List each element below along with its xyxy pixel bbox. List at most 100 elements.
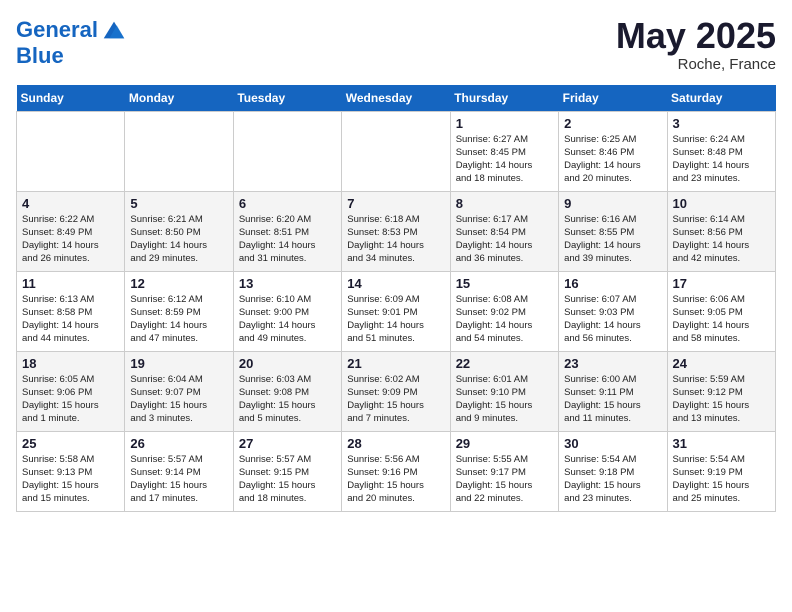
day-number: 7 — [347, 196, 444, 211]
day-info: Sunrise: 5:54 AMSunset: 9:19 PMDaylight:… — [673, 453, 770, 506]
day-number: 21 — [347, 356, 444, 371]
day-number: 18 — [22, 356, 119, 371]
calendar-cell: 14 Sunrise: 6:09 AMSunset: 9:01 PMDayligh… — [342, 271, 450, 351]
day-info: Sunrise: 6:24 AMSunset: 8:48 PMDaylight:… — [673, 133, 770, 186]
weekday-header-wednesday: Wednesday — [342, 85, 450, 112]
logo-icon — [100, 16, 128, 44]
day-info: Sunrise: 5:54 AMSunset: 9:18 PMDaylight:… — [564, 453, 661, 506]
day-info: Sunrise: 6:10 AMSunset: 9:00 PMDaylight:… — [239, 293, 336, 346]
calendar-cell: 17 Sunrise: 6:06 AMSunset: 9:05 PMDayligh… — [667, 271, 775, 351]
calendar-cell: 11 Sunrise: 6:13 AMSunset: 8:58 PMDayligh… — [17, 271, 125, 351]
day-info: Sunrise: 6:22 AMSunset: 8:49 PMDaylight:… — [22, 213, 119, 266]
calendar-cell: 20 Sunrise: 6:03 AMSunset: 9:08 PMDayligh… — [233, 351, 341, 431]
day-number: 15 — [456, 276, 553, 291]
title-area: May 2025 Roche, France — [616, 16, 776, 73]
day-number: 30 — [564, 436, 661, 451]
logo-text: General — [16, 18, 98, 42]
day-info: Sunrise: 6:04 AMSunset: 9:07 PMDaylight:… — [130, 373, 227, 426]
calendar-cell: 25 Sunrise: 5:58 AMSunset: 9:13 PMDayligh… — [17, 431, 125, 511]
day-number: 8 — [456, 196, 553, 211]
calendar-cell: 1Sunrise: 6:27 AMSunset: 8:45 PMDaylight… — [450, 111, 558, 191]
day-info: Sunrise: 6:16 AMSunset: 8:55 PMDaylight:… — [564, 213, 661, 266]
calendar-week-row: 1Sunrise: 6:27 AMSunset: 8:45 PMDaylight… — [17, 111, 776, 191]
weekday-header-row: SundayMondayTuesdayWednesdayThursdayFrid… — [17, 85, 776, 112]
calendar-cell: 4 Sunrise: 6:22 AMSunset: 8:49 PMDaylight… — [17, 191, 125, 271]
day-number: 22 — [456, 356, 553, 371]
day-number: 12 — [130, 276, 227, 291]
day-info: Sunrise: 6:18 AMSunset: 8:53 PMDaylight:… — [347, 213, 444, 266]
day-number: 29 — [456, 436, 553, 451]
day-number: 19 — [130, 356, 227, 371]
calendar-cell — [233, 111, 341, 191]
day-number: 11 — [22, 276, 119, 291]
calendar-week-row: 18Sunrise: 6:05 AMSunset: 9:06 PMDayligh… — [17, 351, 776, 431]
day-number: 1 — [456, 116, 553, 131]
day-number: 5 — [130, 196, 227, 211]
day-info: Sunrise: 6:12 AMSunset: 8:59 PMDaylight:… — [130, 293, 227, 346]
calendar-cell: 30 Sunrise: 5:54 AMSunset: 9:18 PMDayligh… — [559, 431, 667, 511]
calendar-cell: 28 Sunrise: 5:56 AMSunset: 9:16 PMDayligh… — [342, 431, 450, 511]
day-number: 16 — [564, 276, 661, 291]
calendar-cell — [17, 111, 125, 191]
day-info: Sunrise: 6:07 AMSunset: 9:03 PMDaylight:… — [564, 293, 661, 346]
day-info: Sunrise: 6:13 AMSunset: 8:58 PMDaylight:… — [22, 293, 119, 346]
day-number: 13 — [239, 276, 336, 291]
day-info: Sunrise: 6:08 AMSunset: 9:02 PMDaylight:… — [456, 293, 553, 346]
location: Roche, France — [616, 56, 776, 73]
calendar-cell: 9 Sunrise: 6:16 AMSunset: 8:55 PMDaylight… — [559, 191, 667, 271]
day-info: Sunrise: 6:09 AMSunset: 9:01 PMDaylight:… — [347, 293, 444, 346]
calendar-cell: 7 Sunrise: 6:18 AMSunset: 8:53 PMDaylight… — [342, 191, 450, 271]
day-number: 6 — [239, 196, 336, 211]
weekday-header-saturday: Saturday — [667, 85, 775, 112]
day-info: Sunrise: 5:57 AMSunset: 9:14 PMDaylight:… — [130, 453, 227, 506]
day-number: 24 — [673, 356, 770, 371]
calendar-cell: 19 Sunrise: 6:04 AMSunset: 9:07 PMDayligh… — [125, 351, 233, 431]
calendar-table: SundayMondayTuesdayWednesdayThursdayFrid… — [16, 85, 776, 512]
day-number: 9 — [564, 196, 661, 211]
calendar-cell: 15 Sunrise: 6:08 AMSunset: 9:02 PMDayligh… — [450, 271, 558, 351]
day-number: 20 — [239, 356, 336, 371]
day-info: Sunrise: 6:00 AMSunset: 9:11 PMDaylight:… — [564, 373, 661, 426]
day-info: Sunrise: 6:20 AMSunset: 8:51 PMDaylight:… — [239, 213, 336, 266]
weekday-header-friday: Friday — [559, 85, 667, 112]
calendar-cell: 27 Sunrise: 5:57 AMSunset: 9:15 PMDayligh… — [233, 431, 341, 511]
logo: General Blue — [16, 16, 128, 68]
weekday-header-thursday: Thursday — [450, 85, 558, 112]
day-number: 10 — [673, 196, 770, 211]
calendar-cell: 21 Sunrise: 6:02 AMSunset: 9:09 PMDayligh… — [342, 351, 450, 431]
day-number: 23 — [564, 356, 661, 371]
calendar-cell: 2Sunrise: 6:25 AMSunset: 8:46 PMDaylight… — [559, 111, 667, 191]
day-info: Sunrise: 5:59 AMSunset: 9:12 PMDaylight:… — [673, 373, 770, 426]
calendar-cell: 8Sunrise: 6:17 AMSunset: 8:54 PMDaylight… — [450, 191, 558, 271]
weekday-header-sunday: Sunday — [17, 85, 125, 112]
weekday-header-tuesday: Tuesday — [233, 85, 341, 112]
day-info: Sunrise: 5:56 AMSunset: 9:16 PMDaylight:… — [347, 453, 444, 506]
day-info: Sunrise: 6:14 AMSunset: 8:56 PMDaylight:… — [673, 213, 770, 266]
calendar-week-row: 4 Sunrise: 6:22 AMSunset: 8:49 PMDaylight… — [17, 191, 776, 271]
calendar-cell: 3Sunrise: 6:24 AMSunset: 8:48 PMDaylight… — [667, 111, 775, 191]
calendar-cell — [342, 111, 450, 191]
day-number: 4 — [22, 196, 119, 211]
day-info: Sunrise: 6:06 AMSunset: 9:05 PMDaylight:… — [673, 293, 770, 346]
calendar-cell: 22Sunrise: 6:01 AMSunset: 9:10 PMDayligh… — [450, 351, 558, 431]
calendar-cell: 23 Sunrise: 6:00 AMSunset: 9:11 PMDayligh… — [559, 351, 667, 431]
day-info: Sunrise: 6:02 AMSunset: 9:09 PMDaylight:… — [347, 373, 444, 426]
day-info: Sunrise: 5:57 AMSunset: 9:15 PMDaylight:… — [239, 453, 336, 506]
day-number: 26 — [130, 436, 227, 451]
day-number: 14 — [347, 276, 444, 291]
day-info: Sunrise: 5:58 AMSunset: 9:13 PMDaylight:… — [22, 453, 119, 506]
calendar-cell: 24 Sunrise: 5:59 AMSunset: 9:12 PMDayligh… — [667, 351, 775, 431]
calendar-cell: 18Sunrise: 6:05 AMSunset: 9:06 PMDayligh… — [17, 351, 125, 431]
page-header: General Blue May 2025 Roche, France — [16, 16, 776, 73]
calendar-week-row: 25 Sunrise: 5:58 AMSunset: 9:13 PMDayligh… — [17, 431, 776, 511]
logo-blue-text: Blue — [16, 44, 128, 68]
day-number: 25 — [22, 436, 119, 451]
calendar-cell: 12 Sunrise: 6:12 AMSunset: 8:59 PMDayligh… — [125, 271, 233, 351]
day-number: 27 — [239, 436, 336, 451]
day-number: 17 — [673, 276, 770, 291]
day-number: 28 — [347, 436, 444, 451]
calendar-week-row: 11 Sunrise: 6:13 AMSunset: 8:58 PMDayligh… — [17, 271, 776, 351]
calendar-cell: 6 Sunrise: 6:20 AMSunset: 8:51 PMDaylight… — [233, 191, 341, 271]
day-number: 31 — [673, 436, 770, 451]
day-info: Sunrise: 6:03 AMSunset: 9:08 PMDaylight:… — [239, 373, 336, 426]
